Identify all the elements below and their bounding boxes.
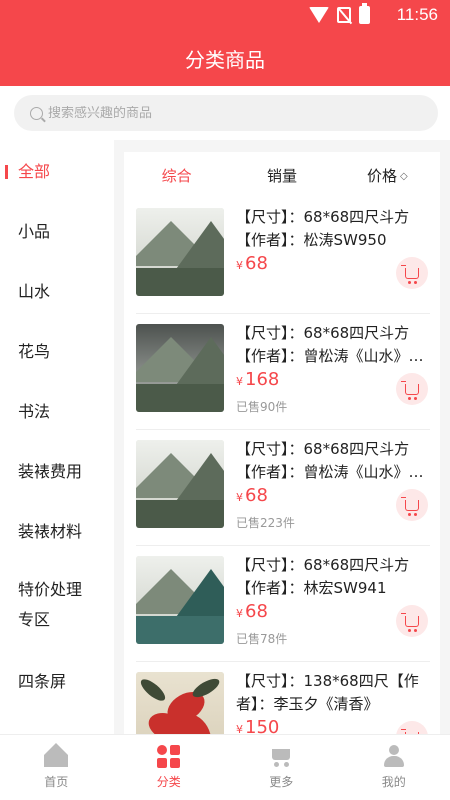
product-item[interactable]: 【尺寸】：68*68四尺斗方【作者】：曾松涛《山水》SW948 ¥68 已售22… xyxy=(136,430,430,546)
product-price: ¥68 xyxy=(236,253,268,274)
sidebar-item-label: 书法 xyxy=(18,402,51,421)
price-value: 150 xyxy=(245,717,280,734)
wifi-icon xyxy=(309,7,329,23)
product-title[interactable]: 【尺寸】：68*68四尺斗方【作者】：松涛SW950 xyxy=(236,206,432,252)
status-bar: 11:56 xyxy=(0,0,450,30)
sort-tab-price[interactable]: 价格 ◇ xyxy=(335,165,440,186)
price-value: 68 xyxy=(245,601,268,622)
product-image[interactable] xyxy=(136,440,224,528)
sort-tab-label: 综合 xyxy=(161,166,192,185)
price-value: 168 xyxy=(245,369,280,390)
app-header: 11:56 分类商品 xyxy=(0,0,450,86)
price-value: 68 xyxy=(245,485,268,506)
currency-symbol: ¥ xyxy=(236,375,243,388)
sidebar-item-label: 四条屏 xyxy=(18,672,67,691)
search-bar xyxy=(0,86,450,140)
cart-icon xyxy=(401,612,419,632)
home-icon xyxy=(44,743,69,767)
product-title[interactable]: 【尺寸】：68*68四尺斗方【作者】：曾松涛《山水》SW949 xyxy=(236,322,432,368)
sidebar-item-label: 装裱材料 xyxy=(18,522,83,541)
nav-label: 更多 xyxy=(269,775,294,789)
nav-home[interactable]: 首页 xyxy=(0,735,113,800)
cart-icon xyxy=(401,380,419,400)
sidebar-item-all[interactable]: 全部 xyxy=(0,140,114,200)
product-item[interactable]: 【尺寸】：68*68四尺斗方【作者】：曾松涛《山水》SW949 ¥168 已售9… xyxy=(136,314,430,430)
product-sold: 已售223件 xyxy=(236,516,295,530)
cart-icon xyxy=(401,496,419,516)
product-price: ¥168 xyxy=(236,369,279,390)
sidebar-item-label: 特价处理专区 xyxy=(18,580,83,629)
user-icon xyxy=(382,745,406,767)
no-sim-icon xyxy=(337,7,351,23)
price-value: 68 xyxy=(245,253,268,274)
battery-icon xyxy=(359,3,370,24)
sort-tab-sales[interactable]: 销量 xyxy=(229,165,334,186)
sidebar-item-label: 全部 xyxy=(18,162,51,181)
sort-tab-overall[interactable]: 综合 xyxy=(124,165,229,186)
sidebar-item-flower-bird[interactable]: 花鸟 xyxy=(0,320,114,380)
nav-label: 分类 xyxy=(156,775,181,789)
product-title[interactable]: 【尺寸】：68*68四尺斗方【作者】：林宏SW941 xyxy=(236,554,432,600)
status-icons xyxy=(309,3,370,24)
product-image[interactable] xyxy=(136,556,224,644)
sidebar-item-label: 装裱费用 xyxy=(18,462,83,481)
sort-tab-label: 销量 xyxy=(266,166,297,185)
sidebar-item-label: 山水 xyxy=(18,282,51,301)
add-to-cart-button[interactable] xyxy=(396,605,428,637)
sort-bar: 综合 销量 价格 ◇ xyxy=(124,152,440,198)
add-to-cart-button[interactable] xyxy=(396,721,428,734)
nav-label: 首页 xyxy=(44,775,69,789)
add-to-cart-button[interactable] xyxy=(396,257,428,289)
product-panel: 综合 销量 价格 ◇ 【尺寸】：68*68四尺斗方【作者】：松涛SW950 ¥68… xyxy=(124,152,440,734)
product-item[interactable]: 【尺寸】：68*68四尺斗方【作者】：松涛SW950 ¥68 xyxy=(136,198,430,314)
currency-symbol: ¥ xyxy=(236,723,243,734)
nav-mine[interactable]: 我的 xyxy=(338,735,450,800)
product-image[interactable] xyxy=(136,672,224,734)
sort-tab-label: 价格 xyxy=(366,166,397,185)
category-sidebar: 全部 小品 山水 花鸟 书法 装裱费用 装裱材料 特价处理专区 四条屏 xyxy=(0,140,114,734)
search-input[interactable] xyxy=(48,105,388,121)
category-icon xyxy=(156,745,181,768)
product-item[interactable]: 【尺寸】：68*68四尺斗方【作者】：林宏SW941 ¥68 已售78件 xyxy=(136,546,430,662)
product-image[interactable] xyxy=(136,208,224,296)
sidebar-item-small-works[interactable]: 小品 xyxy=(0,200,114,260)
bottom-nav: 首页 分类 更多 我的 xyxy=(0,734,450,800)
sidebar-item-mounting-fee[interactable]: 装裱费用 xyxy=(0,440,114,500)
product-title[interactable]: 【尺寸】：138*68四尺【作者】：李玉夕《清香》 xyxy=(236,670,432,716)
product-sold: 已售78件 xyxy=(236,632,288,646)
sidebar-item-label: 小品 xyxy=(18,222,51,241)
search-box[interactable] xyxy=(14,95,438,131)
status-time: 11:56 xyxy=(396,5,438,24)
search-icon xyxy=(30,106,43,120)
page-title: 分类商品 xyxy=(185,48,265,72)
nav-category[interactable]: 分类 xyxy=(113,735,226,800)
currency-symbol: ¥ xyxy=(236,607,243,620)
product-price: ¥68 xyxy=(236,601,268,622)
sidebar-item-mounting-material[interactable]: 装裱材料 xyxy=(0,500,114,560)
product-price: ¥68 xyxy=(236,485,268,506)
product-price: ¥150 xyxy=(236,717,279,734)
currency-symbol: ¥ xyxy=(236,259,243,272)
nav-label: 我的 xyxy=(381,775,406,789)
add-to-cart-button[interactable] xyxy=(396,489,428,521)
add-to-cart-button[interactable] xyxy=(396,373,428,405)
sidebar-item-special-offer[interactable]: 特价处理专区 xyxy=(0,560,114,650)
cart-icon xyxy=(401,264,419,284)
sidebar-item-calligraphy[interactable]: 书法 xyxy=(0,380,114,440)
product-item[interactable]: 【尺寸】：138*68四尺【作者】：李玉夕《清香》 ¥150 xyxy=(136,662,430,734)
sidebar-item-four-panel[interactable]: 四条屏 xyxy=(0,650,114,710)
cart-icon xyxy=(269,745,293,767)
sidebar-item-label: 花鸟 xyxy=(18,342,51,361)
sort-arrow-icon: ◇ xyxy=(399,170,408,182)
currency-symbol: ¥ xyxy=(236,491,243,504)
product-image[interactable] xyxy=(136,324,224,412)
product-title[interactable]: 【尺寸】：68*68四尺斗方【作者】：曾松涛《山水》SW948 xyxy=(236,438,432,484)
sidebar-item-landscape[interactable]: 山水 xyxy=(0,260,114,320)
product-sold: 已售90件 xyxy=(236,400,288,414)
nav-more[interactable]: 更多 xyxy=(225,735,338,800)
